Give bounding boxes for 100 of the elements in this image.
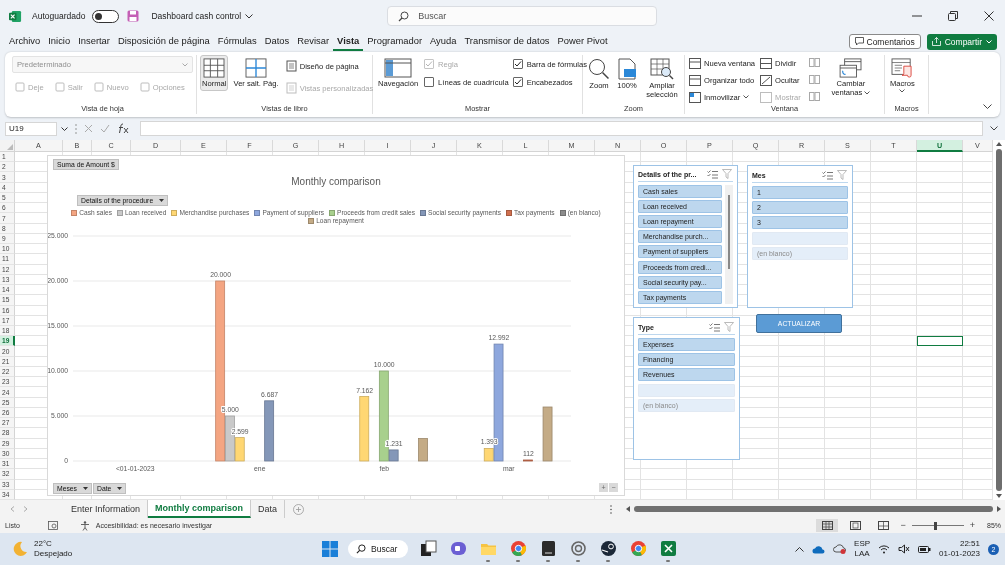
cloud-icon[interactable] bbox=[812, 544, 826, 554]
multi-select-icon[interactable] bbox=[709, 322, 720, 332]
zoom-slider[interactable] bbox=[911, 520, 964, 531]
page-icon bbox=[617, 58, 637, 80]
ribbon-tab[interactable]: Inicio bbox=[44, 32, 75, 51]
insert-function-icon[interactable] bbox=[117, 123, 129, 134]
search-icon bbox=[398, 11, 410, 22]
ribbon-tab[interactable]: Datos bbox=[260, 32, 294, 51]
chevron-down-icon bbox=[743, 95, 750, 99]
search-field[interactable]: Buscar bbox=[387, 6, 658, 26]
page-icon bbox=[285, 60, 297, 72]
share-icon bbox=[931, 37, 941, 46]
sheet-tab[interactable]: Monthly comparison bbox=[148, 500, 252, 518]
arrow-left-icon[interactable] bbox=[626, 506, 630, 512]
zoom-in-button[interactable]: + bbox=[969, 521, 975, 530]
square-icon bbox=[15, 82, 25, 92]
ribbon-tab[interactable]: Insertar bbox=[74, 32, 114, 51]
zoom-slider-thumb[interactable] bbox=[933, 521, 937, 530]
ring-app-icon[interactable] bbox=[569, 540, 587, 557]
round-app-icon[interactable] bbox=[629, 540, 647, 557]
navigation-pane-icon bbox=[384, 58, 413, 78]
share-button[interactable]: Compartir bbox=[926, 33, 997, 50]
close-icon[interactable] bbox=[984, 11, 994, 21]
vertical-scrollbar[interactable] bbox=[993, 140, 1005, 500]
temperature[interactable]: 22°C bbox=[34, 539, 73, 549]
checkmark-icon bbox=[513, 78, 522, 86]
caret-icon bbox=[83, 487, 89, 490]
dark-round-app-icon[interactable] bbox=[599, 540, 617, 557]
formula-input[interactable] bbox=[140, 121, 983, 136]
chevron-down-icon bbox=[864, 91, 871, 96]
restore-icon[interactable] bbox=[948, 11, 958, 21]
grid-icon bbox=[203, 58, 226, 78]
speaker-muted-icon[interactable] bbox=[898, 544, 911, 554]
windows-icon bbox=[837, 58, 864, 78]
page-icon bbox=[849, 521, 861, 530]
window-icon bbox=[689, 57, 701, 69]
view-mode-button[interactable] bbox=[816, 519, 839, 532]
running-indicator bbox=[516, 560, 520, 562]
ribbon-tab[interactable]: Programador bbox=[363, 32, 426, 51]
running-indicator bbox=[486, 560, 490, 562]
chevron-down-icon bbox=[899, 89, 906, 94]
ribbon-tab[interactable]: Fórmulas bbox=[213, 32, 261, 51]
window-icon bbox=[760, 74, 773, 86]
page-icon bbox=[285, 82, 297, 94]
chevron-up-icon[interactable] bbox=[795, 546, 805, 552]
collapse-ribbon-icon[interactable] bbox=[983, 104, 992, 109]
battery-icon[interactable] bbox=[918, 544, 932, 554]
slicer-scrollbar[interactable] bbox=[725, 184, 733, 304]
clock-date[interactable]: 01-01-2023 bbox=[939, 549, 980, 560]
chart-bar bbox=[418, 438, 428, 462]
document-title[interactable]: Dashboard cash control bbox=[151, 11, 242, 21]
save-icon[interactable] bbox=[127, 10, 140, 22]
round-app-icon[interactable] bbox=[509, 540, 527, 557]
chart-bar bbox=[523, 459, 533, 462]
start-icon[interactable] bbox=[322, 541, 338, 557]
chart-bar bbox=[359, 396, 370, 462]
comments-button[interactable]: Comentarios bbox=[848, 34, 921, 49]
spreadsheet-app-icon[interactable] bbox=[659, 540, 677, 557]
horizontal-scrollbar[interactable] bbox=[626, 506, 1001, 512]
taskbar-search[interactable]: Buscar bbox=[348, 540, 408, 558]
arrow-up-icon[interactable] bbox=[996, 142, 1002, 146]
magnifier-icon bbox=[588, 58, 610, 80]
square-icon bbox=[93, 82, 104, 92]
arrow-down-icon[interactable] bbox=[996, 494, 1002, 498]
selected-cell[interactable] bbox=[917, 336, 963, 347]
chevron-down-icon[interactable] bbox=[61, 126, 68, 131]
multi-select-icon[interactable] bbox=[707, 169, 718, 179]
task-view-icon[interactable] bbox=[419, 540, 437, 557]
wifi-icon[interactable] bbox=[878, 544, 891, 554]
name-box[interactable]: U19 bbox=[5, 121, 57, 136]
zoom-selection-icon bbox=[650, 58, 674, 80]
cloud-error-icon[interactable] bbox=[833, 544, 847, 554]
keyboard-layout-label[interactable]: LAA bbox=[854, 549, 870, 560]
accessibility-icon[interactable] bbox=[79, 520, 90, 531]
zoom-out-button[interactable]: − bbox=[900, 521, 906, 530]
autosave-label: Autoguardado bbox=[32, 11, 86, 21]
comment-icon bbox=[854, 37, 864, 46]
dark-square-app-icon[interactable] bbox=[539, 540, 557, 557]
macro-record-icon[interactable] bbox=[47, 521, 58, 530]
ribbon-tab[interactable]: Power Pivot bbox=[553, 32, 612, 51]
caret-icon bbox=[159, 199, 165, 202]
ribbon-tab[interactable]: Transmisor de datos bbox=[460, 32, 554, 51]
clock-time[interactable]: 22:51 bbox=[959, 538, 980, 549]
ribbon-tab[interactable]: Revisar bbox=[293, 32, 334, 51]
expand-formula-icon[interactable] bbox=[990, 126, 998, 131]
chart-title: Monthly comparison bbox=[291, 176, 381, 187]
video-call-icon[interactable] bbox=[449, 540, 467, 557]
running-indicator bbox=[606, 560, 610, 562]
weather-text[interactable]: Despejado bbox=[34, 549, 73, 559]
ribbon-tab[interactable]: Disposición de página bbox=[113, 32, 214, 51]
ribbon-tab[interactable]: Archivo bbox=[5, 32, 45, 51]
search-icon bbox=[356, 544, 366, 554]
multi-select-icon[interactable] bbox=[822, 170, 833, 180]
ribbon-tab[interactable]: Ayuda bbox=[426, 32, 461, 51]
chevron-down-icon[interactable] bbox=[245, 13, 254, 19]
language-label[interactable]: ESP bbox=[854, 538, 871, 549]
check-icon[interactable] bbox=[100, 124, 110, 133]
arrow-right-icon[interactable] bbox=[997, 506, 1001, 512]
spreadsheet-app-icon bbox=[9, 9, 22, 23]
autosave-toggle[interactable] bbox=[92, 9, 120, 23]
